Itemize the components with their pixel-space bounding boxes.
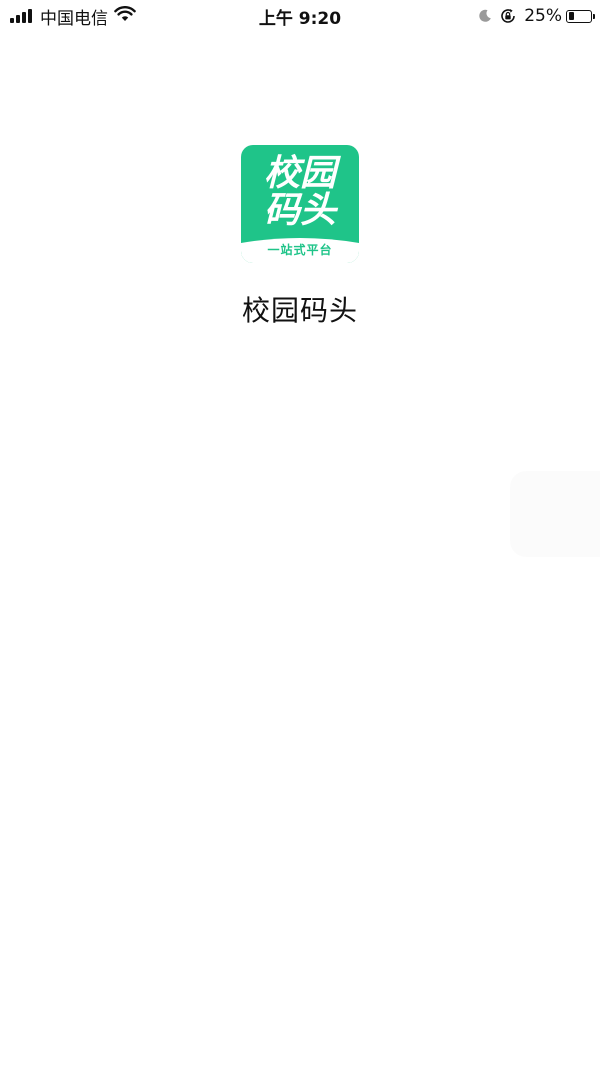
assistive-touch-button[interactable] <box>510 471 600 557</box>
orientation-lock-icon <box>500 8 516 24</box>
battery-percent: 25% <box>524 6 562 26</box>
status-left: 中国电信 <box>10 4 136 29</box>
wifi-icon <box>114 5 136 27</box>
carrier-label: 中国电信 <box>40 8 108 29</box>
logo-slogan: 一站式平台 <box>267 243 333 257</box>
logo-banner: 一站式平台 <box>241 237 359 263</box>
status-right: 25% <box>478 6 595 26</box>
logo-text-line2: 码头 <box>263 190 336 231</box>
app-name: 校园码头 <box>241 294 358 327</box>
app-logo: 校园 码头 一站式平台 <box>241 145 359 263</box>
battery-fill <box>568 12 574 20</box>
status-bar: 中国电信 上午 9:20 25% <box>0 0 600 32</box>
battery-icon <box>566 9 595 23</box>
signal-icon <box>10 9 34 23</box>
logo-text-line1: 校园 <box>263 153 336 194</box>
moon-icon <box>478 9 492 23</box>
